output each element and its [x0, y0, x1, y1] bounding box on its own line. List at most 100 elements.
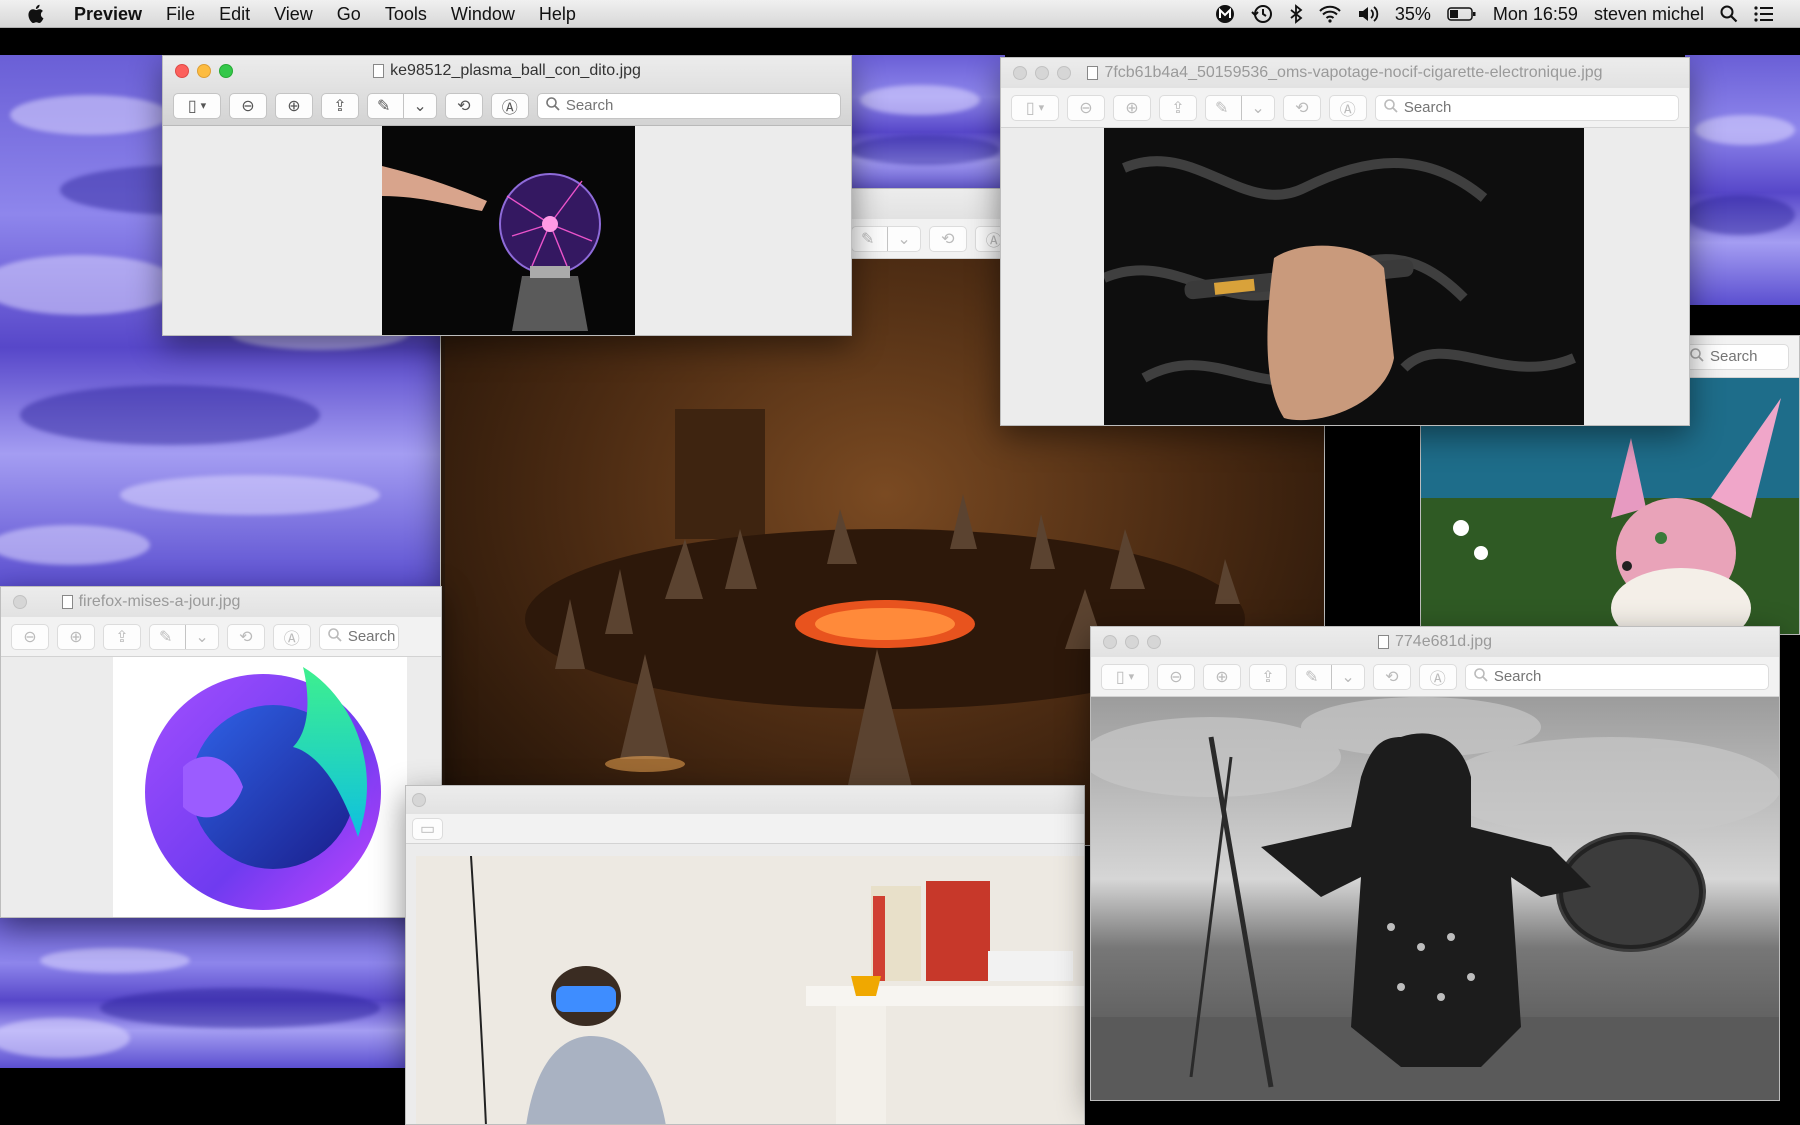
minimize-button[interactable] [1125, 635, 1139, 649]
spotlight-search-icon[interactable] [1712, 5, 1746, 23]
notification-center-icon[interactable] [1746, 5, 1782, 22]
chevron-down-icon: ⌄ [887, 226, 919, 251]
zoom-in-button[interactable]: ⊕ [1113, 94, 1151, 121]
close-button[interactable] [1103, 635, 1117, 649]
search-field[interactable] [536, 92, 841, 119]
chevron-down-icon: ⌄ [1331, 664, 1363, 689]
search-input[interactable] [565, 97, 840, 114]
menu-edit[interactable]: Edit [207, 0, 262, 28]
sidebar-toggle-button[interactable]: ▯ ▾ [1101, 663, 1149, 690]
menu-view[interactable]: View [262, 0, 325, 28]
menu-bar: Preview File Edit View Go Tools Window H… [0, 0, 1800, 28]
share-icon: ⇪ [333, 97, 347, 115]
sidebar-toggle-button[interactable]: ▯ ▾ [173, 92, 221, 119]
search-input[interactable] [1403, 99, 1678, 116]
window-titlebar[interactable]: 774e681d.jpg [1091, 627, 1779, 657]
annotate-button[interactable]: Ⓐ [272, 623, 311, 650]
preview-window-vape[interactable]: 7fcb61b4a4_50159536_oms-vapotage-nocif-c… [1000, 57, 1690, 426]
clock[interactable]: Mon 16:59 [1485, 0, 1586, 28]
markup-toolbar-toggle[interactable]: ✎ ⌄ [1295, 663, 1365, 690]
user-name[interactable]: steven michel [1586, 0, 1712, 28]
rotate-button[interactable]: ⟲ [1282, 94, 1321, 121]
wallpaper-image-top-right [1685, 55, 1800, 305]
close-button[interactable] [1013, 66, 1027, 80]
sidebar-icon: ▯ [187, 97, 197, 115]
close-button[interactable] [412, 793, 426, 807]
image-canvas [1, 657, 441, 917]
zoom-in-button[interactable]: ⊕ [57, 623, 95, 650]
rotate-button[interactable]: ⟲ [928, 225, 967, 252]
rotate-icon: ⟲ [239, 628, 253, 646]
volume-icon[interactable] [1349, 5, 1387, 23]
bluetooth-icon[interactable] [1281, 3, 1311, 24]
preview-window-plasma[interactable]: ke98512_plasma_ball_con_dito.jpg ▯ ▾ ⊖ ⊕ … [162, 55, 852, 336]
menu-tools[interactable]: Tools [373, 0, 439, 28]
annotate-button[interactable]: Ⓐ [1328, 94, 1367, 121]
zoom-button[interactable] [219, 64, 233, 78]
time-machine-icon[interactable] [1243, 4, 1281, 24]
zoom-in-button[interactable]: ⊕ [275, 92, 313, 119]
image-canvas [163, 126, 851, 335]
window-titlebar[interactable]: firefox-mises-a-jour.jpg [1, 587, 441, 617]
sidebar-toggle-button[interactable]: ▯ ▾ [1011, 94, 1059, 121]
share-button[interactable]: ⇪ [1159, 94, 1197, 121]
search-input[interactable] [347, 628, 398, 645]
image-e-cigarette [1104, 128, 1584, 425]
menu-file[interactable]: File [154, 0, 207, 28]
zoom-out-icon: ⊖ [1079, 99, 1093, 117]
preview-window-firefox[interactable]: firefox-mises-a-jour.jpg ⊖ ⊕ ⇪ ✎ ⌄ ⟲ Ⓐ [0, 586, 442, 918]
window-titlebar[interactable]: 7fcb61b4a4_50159536_oms-vapotage-nocif-c… [1001, 58, 1689, 88]
minimize-button[interactable] [197, 64, 211, 78]
wifi-icon[interactable] [1311, 5, 1349, 23]
window-title: firefox-mises-a-jour.jpg [78, 593, 241, 610]
zoom-out-icon: ⊖ [241, 97, 255, 115]
menu-help[interactable]: Help [527, 0, 588, 28]
zoom-in-button[interactable]: ⊕ [1203, 663, 1241, 690]
pen-icon: ✎ [1305, 668, 1319, 686]
window-titlebar[interactable]: ke98512_plasma_ball_con_dito.jpg [163, 56, 851, 86]
close-button[interactable] [175, 64, 189, 78]
rotate-icon: ⟲ [941, 230, 955, 248]
window-titlebar[interactable] [406, 786, 1084, 814]
menu-go[interactable]: Go [325, 0, 373, 28]
share-button[interactable]: ⇪ [1249, 663, 1287, 690]
rotate-button[interactable]: ⟲ [444, 92, 483, 119]
markup-toolbar-toggle[interactable]: ✎ ⌄ [149, 623, 219, 650]
zoom-out-button[interactable]: ⊖ [229, 92, 267, 119]
search-field[interactable] [1681, 343, 1789, 370]
share-button[interactable]: ⇪ [103, 623, 141, 650]
zoom-button[interactable] [1147, 635, 1161, 649]
image-shaman [1091, 697, 1779, 1100]
window-title: ke98512_plasma_ball_con_dito.jpg [390, 62, 641, 79]
menu-app-name[interactable]: Preview [52, 0, 154, 28]
markup-toolbar-toggle[interactable]: ✎ ⌄ [1205, 94, 1275, 121]
annotate-button[interactable]: Ⓐ [490, 92, 529, 119]
search-field[interactable] [1374, 94, 1679, 121]
search-field[interactable] [318, 623, 399, 650]
search-input[interactable] [1493, 668, 1768, 685]
chevron-down-icon: ⌄ [185, 624, 217, 649]
sidebar-toggle-button[interactable]: ▭ [412, 817, 444, 840]
zoom-out-button[interactable]: ⊖ [11, 623, 49, 650]
annotate-button[interactable]: Ⓐ [1418, 663, 1457, 690]
menu-window[interactable]: Window [439, 0, 527, 28]
markup-toolbar-toggle[interactable]: ✎ ⌄ [851, 225, 921, 252]
search-icon [328, 627, 342, 646]
minimize-button[interactable] [1035, 66, 1049, 80]
zoom-button[interactable] [1057, 66, 1071, 80]
rotate-button[interactable]: ⟲ [1372, 663, 1411, 690]
battery-icon[interactable] [1439, 6, 1485, 22]
preview-window-shaman[interactable]: 774e681d.jpg ▯ ▾ ⊖ ⊕ ⇪ ✎ ⌄ ⟲ Ⓐ [1090, 626, 1780, 1101]
apple-menu-icon[interactable] [18, 4, 52, 24]
image-canvas [1001, 128, 1689, 425]
zoom-out-button[interactable]: ⊖ [1157, 663, 1195, 690]
share-button[interactable]: ⇪ [321, 92, 359, 119]
malwarebytes-icon[interactable] [1207, 4, 1243, 24]
search-input[interactable] [1710, 348, 1788, 365]
search-field[interactable] [1464, 663, 1769, 690]
close-button[interactable] [13, 595, 27, 609]
rotate-button[interactable]: ⟲ [226, 623, 265, 650]
preview-window-kitchen[interactable]: ▭ [405, 785, 1085, 1125]
markup-toolbar-toggle[interactable]: ✎ ⌄ [367, 92, 437, 119]
zoom-out-button[interactable]: ⊖ [1067, 94, 1105, 121]
